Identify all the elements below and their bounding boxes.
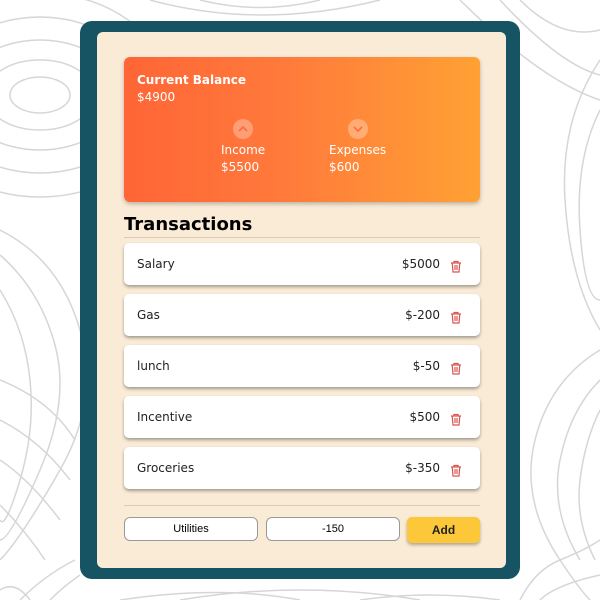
transaction-name-input[interactable] [124, 517, 258, 541]
transaction-name: Salary [137, 257, 175, 271]
divider [124, 237, 480, 238]
chevron-down-icon [348, 119, 368, 139]
transaction-row: Gas $-200 [124, 294, 480, 336]
transaction-amount: $-50 [412, 359, 440, 373]
trash-icon[interactable] [450, 411, 462, 426]
expenses-label: Expenses [329, 143, 387, 157]
income-value: $5500 [221, 160, 260, 174]
transaction-amount: $-200 [405, 308, 440, 322]
transaction-amount: $5000 [401, 257, 440, 271]
chevron-up-icon [233, 119, 253, 139]
transaction-name: Incentive [137, 410, 193, 424]
add-button[interactable]: Add [407, 517, 480, 543]
expense-tracker-panel: Current Balance $4900 Income $5500 Expen… [97, 32, 506, 568]
divider [124, 505, 480, 506]
trash-icon[interactable] [450, 258, 462, 273]
transaction-name: Gas [137, 308, 160, 322]
balance-title: Current Balance [137, 73, 247, 87]
transaction-row: Incentive $500 [124, 396, 480, 438]
app-frame: Current Balance $4900 Income $5500 Expen… [80, 21, 520, 579]
transaction-amount: $-350 [405, 461, 440, 475]
expenses-value: $600 [329, 160, 360, 174]
transactions-heading: Transactions [124, 214, 253, 235]
transaction-row: Salary $5000 [124, 243, 480, 285]
transaction-name: lunch [137, 359, 170, 373]
balance-card: Current Balance $4900 Income $5500 Expen… [124, 57, 480, 202]
trash-icon[interactable] [450, 462, 462, 477]
trash-icon[interactable] [450, 360, 462, 375]
balance-amount: $4900 [137, 90, 176, 104]
transaction-amount-input[interactable] [266, 517, 400, 541]
transaction-list: Salary $5000 Gas $-200 lunch $-50 Incent… [124, 243, 480, 498]
transaction-amount: $500 [409, 410, 440, 424]
trash-icon[interactable] [450, 309, 462, 324]
transaction-name: Groceries [137, 461, 195, 475]
income-label: Income [221, 143, 266, 157]
transaction-row: lunch $-50 [124, 345, 480, 387]
transaction-row: Groceries $-350 [124, 447, 480, 489]
